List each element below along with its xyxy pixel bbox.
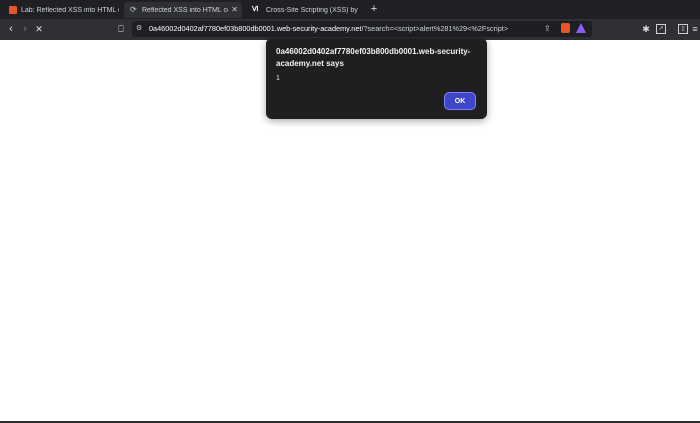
alert-message: 1 <box>276 75 280 82</box>
sidebar-icon[interactable]: ↗ <box>656 24 666 34</box>
tab-bar: Lab: Reflected XSS into HTML conte ⟳ Ref… <box>0 0 700 19</box>
stop-icon[interactable]: ✕ <box>33 23 45 35</box>
brave-rewards-icon[interactable] <box>576 23 586 33</box>
tab-label: Cross-Site Scripting (XSS) by PortSw <box>266 6 360 14</box>
back-icon[interactable]: ‹ <box>5 23 17 35</box>
tab-label: Reflected XSS into HTML conte <box>142 6 228 14</box>
share-icon[interactable]: ⇪ <box>544 24 551 33</box>
ok-button[interactable]: OK <box>444 92 476 110</box>
tab-xss-portswigger[interactable]: Ⅵ Cross-Site Scripting (XSS) by PortSw <box>246 2 360 18</box>
tab-label: Lab: Reflected XSS into HTML conte <box>21 6 119 14</box>
url-text: 0a46002d0402af7780ef03b800db0001.web-sec… <box>149 24 508 33</box>
brave-shields-icon[interactable] <box>561 23 570 33</box>
extensions-icon[interactable]: ✱ <box>641 24 651 34</box>
address-bar[interactable]: ⚙ 0a46002d0402af7780ef03b800db0001.web-s… <box>132 21 592 37</box>
url-path: /?search=<script>alert%281%29<%2Fscript> <box>361 24 509 33</box>
new-tab-button[interactable]: + <box>367 2 381 16</box>
site-info-icon[interactable]: ⚙ <box>136 24 142 32</box>
portswigger-icon <box>9 6 17 14</box>
menu-icon[interactable]: ≡ <box>690 24 700 34</box>
url-domain: 0a46002d0402af7780ef03b800db0001.web-sec… <box>149 24 362 33</box>
forward-icon[interactable]: › <box>19 23 31 35</box>
tab-reflected-xss[interactable]: ⟳ Reflected XSS into HTML conte ✕ <box>124 2 242 18</box>
close-tab-icon[interactable]: ✕ <box>231 5 238 14</box>
portswigger-brand-icon: Ⅵ <box>252 6 259 13</box>
alert-title: 0a46002d0402af7780ef03b800db0001.web-sec… <box>276 47 471 68</box>
wallet-icon[interactable]: ▯ <box>678 24 688 34</box>
bookmark-icon[interactable]: ⎕ <box>115 23 127 35</box>
loading-icon: ⟳ <box>130 5 137 14</box>
tab-lab[interactable]: Lab: Reflected XSS into HTML conte <box>3 2 119 18</box>
